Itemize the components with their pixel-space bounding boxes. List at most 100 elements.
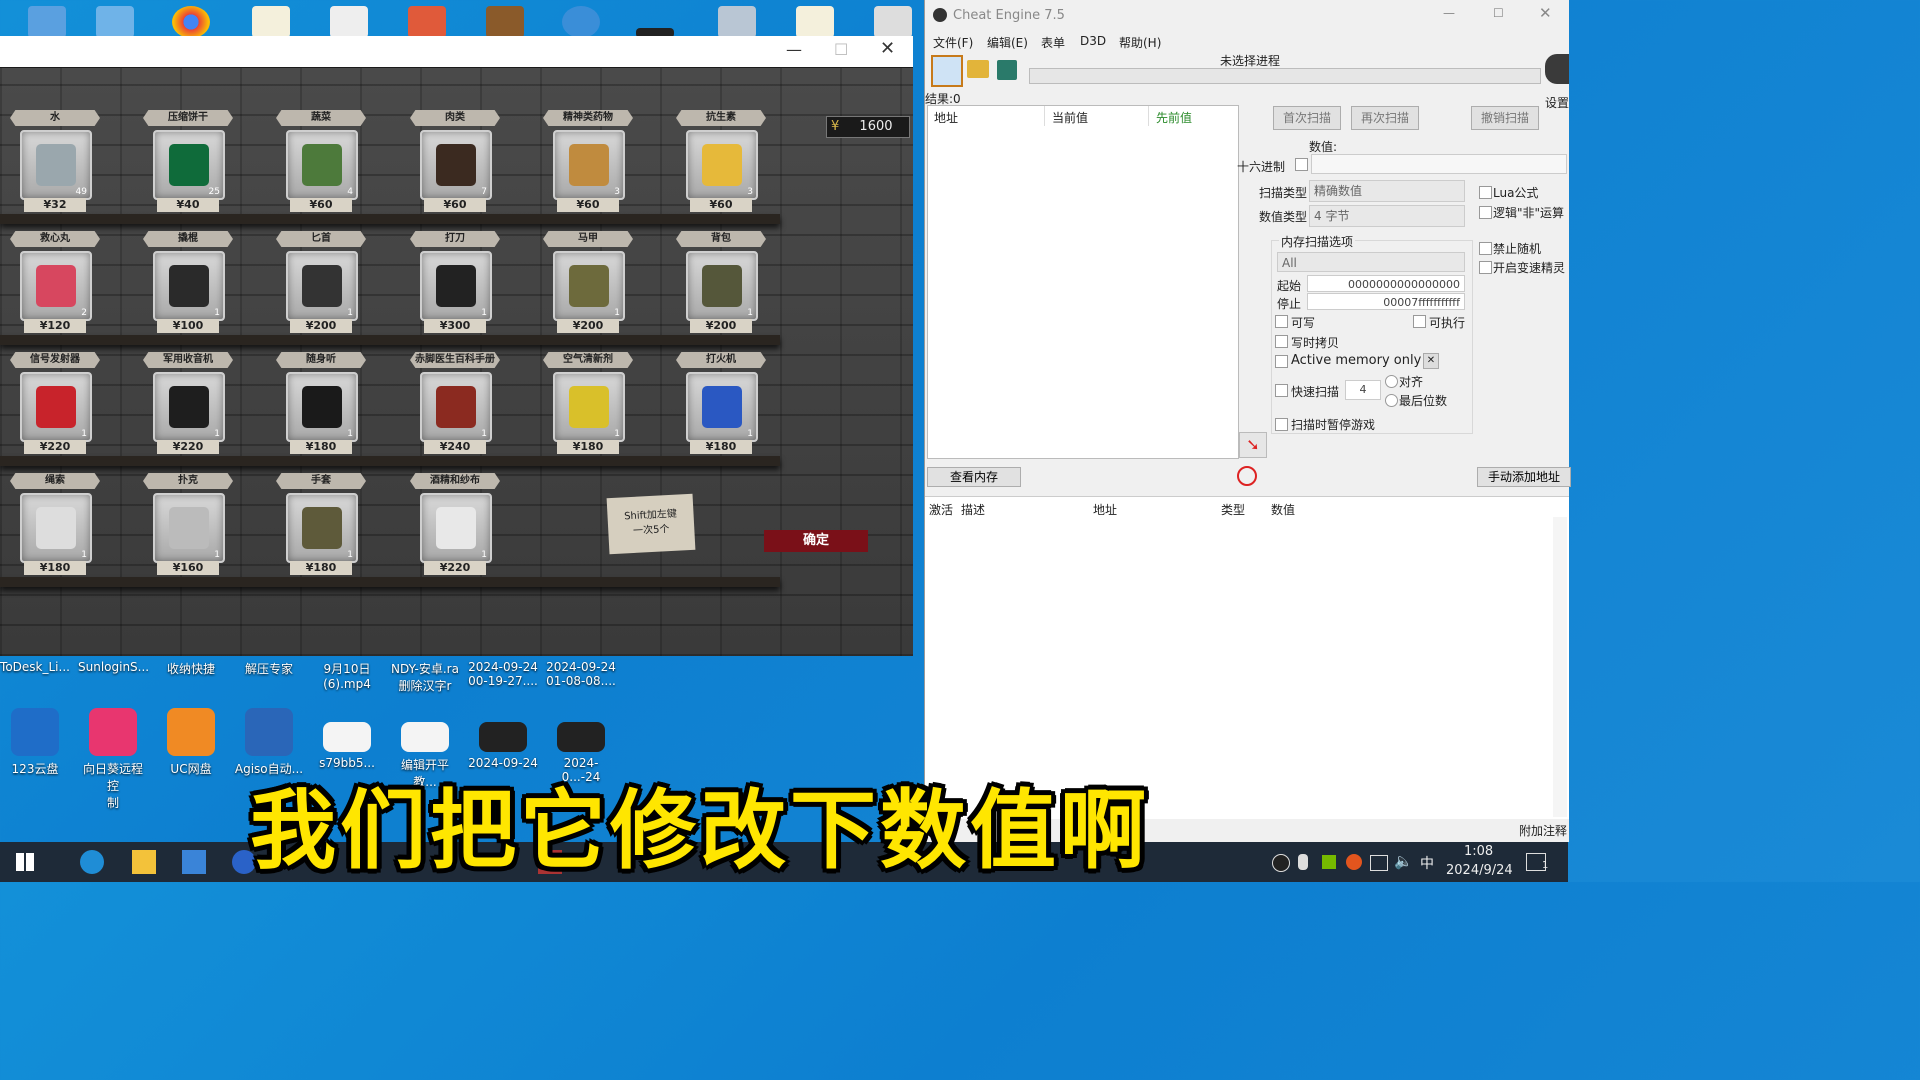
last-digits-radio[interactable] (1385, 394, 1398, 407)
item-slot[interactable]: 1 (420, 493, 492, 563)
shop-item[interactable]: 随身听 1 ¥180 (266, 352, 376, 462)
next-scan-button[interactable]: 再次扫描 (1351, 106, 1419, 130)
settings-label[interactable]: 设置 (1545, 94, 1569, 111)
speedhack-checkbox[interactable] (1479, 261, 1492, 274)
hex-checkbox[interactable] (1295, 158, 1308, 171)
app-icon[interactable] (718, 6, 756, 38)
clear-list-icon[interactable] (1237, 466, 1257, 486)
item-slot[interactable]: 1 (286, 372, 358, 442)
shop-item[interactable]: 背包 1 ¥200 (666, 231, 776, 341)
menu-table[interactable]: 表单 (1041, 34, 1065, 51)
network-icon[interactable] (1370, 855, 1388, 871)
shop-item[interactable]: 蔬菜 4 ¥60 (266, 110, 376, 220)
ime-indicator[interactable]: 中 (1420, 853, 1434, 873)
item-slot[interactable]: 1 (153, 372, 225, 442)
maximize-button[interactable]: ☐ (834, 40, 848, 59)
desktop-icon[interactable]: 解压专家 (234, 660, 304, 677)
save-icon[interactable] (997, 60, 1017, 80)
mic-icon[interactable] (1298, 854, 1308, 870)
menu-file[interactable]: 文件(F) (933, 34, 973, 51)
store-icon[interactable] (182, 850, 206, 874)
menu-edit[interactable]: 编辑(E) (987, 34, 1028, 51)
desktop-icon[interactable]: 123云盘 (0, 708, 70, 777)
item-slot[interactable]: 2 (20, 251, 92, 321)
fast-scan-checkbox[interactable] (1275, 384, 1288, 397)
clock-date[interactable]: 2024/9/24 (1446, 863, 1513, 878)
tray-icon[interactable] (1272, 854, 1290, 872)
chrome-icon[interactable] (172, 6, 210, 38)
nvidia-icon[interactable] (1322, 855, 1336, 869)
item-slot[interactable]: 49 (20, 130, 92, 200)
item-slot[interactable]: 1 (686, 251, 758, 321)
scan-type-select[interactable]: 精确数值 (1309, 180, 1465, 202)
shop-item[interactable]: 绳索 1 ¥180 (0, 473, 110, 583)
volume-icon[interactable]: 🔈 (1394, 852, 1413, 870)
item-slot[interactable]: 3 (686, 130, 758, 200)
item-slot[interactable]: 1 (20, 372, 92, 442)
app-icon[interactable] (562, 6, 600, 38)
align-radio[interactable] (1385, 375, 1398, 388)
col-address[interactable]: 地址 (1093, 501, 1117, 518)
col-description[interactable]: 描述 (961, 501, 985, 518)
memory-region-select[interactable]: All (1277, 252, 1465, 272)
minimize-button[interactable]: — (786, 40, 802, 59)
add-to-list-arrow-icon[interactable]: ➘ (1239, 432, 1267, 458)
desktop-icon[interactable]: 9月10日 (6).mp4 (312, 660, 382, 691)
edge-icon[interactable] (80, 850, 104, 874)
undo-scan-button[interactable]: 撤销扫描 (1471, 106, 1539, 130)
close-button[interactable]: ✕ (1539, 4, 1552, 22)
start-icon[interactable] (16, 853, 34, 871)
sogou-icon[interactable] (1346, 854, 1362, 870)
shop-item[interactable]: 军用收音机 1 ¥220 (133, 352, 243, 462)
file-explorer-icon[interactable] (132, 850, 156, 874)
file-icon[interactable] (330, 6, 368, 38)
menu-d3d[interactable]: D3D (1080, 34, 1106, 48)
item-slot[interactable]: 1 (420, 372, 492, 442)
app-icon[interactable] (486, 6, 524, 38)
pause-checkbox[interactable] (1275, 418, 1288, 431)
desktop-icon[interactable] (28, 6, 66, 38)
item-slot[interactable]: 4 (286, 130, 358, 200)
active-memory-checkbox[interactable] (1275, 355, 1288, 368)
cow-checkbox[interactable] (1275, 335, 1288, 348)
first-scan-button[interactable]: 首次扫描 (1273, 106, 1341, 130)
close-icon[interactable]: ✕ (1423, 353, 1439, 369)
select-process-button[interactable] (931, 55, 963, 87)
item-slot[interactable]: 1 (420, 251, 492, 321)
shop-item[interactable]: 马甲 1 ¥200 (533, 231, 643, 341)
not-checkbox[interactable] (1479, 206, 1492, 219)
ce-settings-icon[interactable] (1545, 54, 1569, 84)
item-slot[interactable]: 1 (286, 251, 358, 321)
desktop-icon[interactable] (96, 6, 134, 38)
shop-item[interactable]: 手套 1 ¥180 (266, 473, 376, 583)
footer-comments[interactable]: 附加注释 (1519, 822, 1567, 839)
desktop-icon[interactable]: SunloginS... (78, 660, 149, 674)
desktop-icon[interactable]: 2024-09-24 01-08-08.... (546, 660, 616, 688)
desktop-icon[interactable]: 收纳快捷 (156, 660, 226, 677)
item-slot[interactable]: 1 (686, 372, 758, 442)
view-memory-button[interactable]: 查看内存 (927, 467, 1021, 487)
open-file-icon[interactable] (967, 60, 989, 78)
lua-checkbox[interactable] (1479, 186, 1492, 199)
col-address[interactable]: 地址 (934, 109, 958, 126)
app-icon[interactable] (408, 6, 446, 38)
menu-help[interactable]: 帮助(H) (1119, 34, 1161, 51)
item-slot[interactable]: 25 (153, 130, 225, 200)
shop-item[interactable]: 肉类 7 ¥60 (400, 110, 510, 220)
shop-item[interactable]: 匕首 1 ¥200 (266, 231, 376, 341)
no-random-checkbox[interactable] (1479, 242, 1492, 255)
shop-item[interactable]: 酒精和纱布 1 ¥220 (400, 473, 510, 583)
fast-scan-input[interactable]: 4 (1345, 380, 1381, 400)
shop-item[interactable]: 撬棍 1 ¥100 (133, 231, 243, 341)
minimize-button[interactable]: — (1443, 6, 1455, 20)
desktop-icon[interactable]: 2024-09-24 00-19-27.... (468, 660, 538, 688)
col-current[interactable]: 当前值 (1052, 109, 1088, 126)
desktop-icon[interactable]: NDY-安卓.ra 删除汉字r (390, 660, 460, 694)
desktop-icon[interactable]: UC网盘 (156, 708, 226, 777)
item-slot[interactable]: 1 (286, 493, 358, 563)
shop-item[interactable]: 压缩饼干 25 ¥40 (133, 110, 243, 220)
folder-icon[interactable] (796, 6, 834, 38)
item-slot[interactable]: 7 (420, 130, 492, 200)
start-address-input[interactable]: 0000000000000000 (1307, 275, 1465, 292)
item-slot[interactable]: 1 (553, 372, 625, 442)
